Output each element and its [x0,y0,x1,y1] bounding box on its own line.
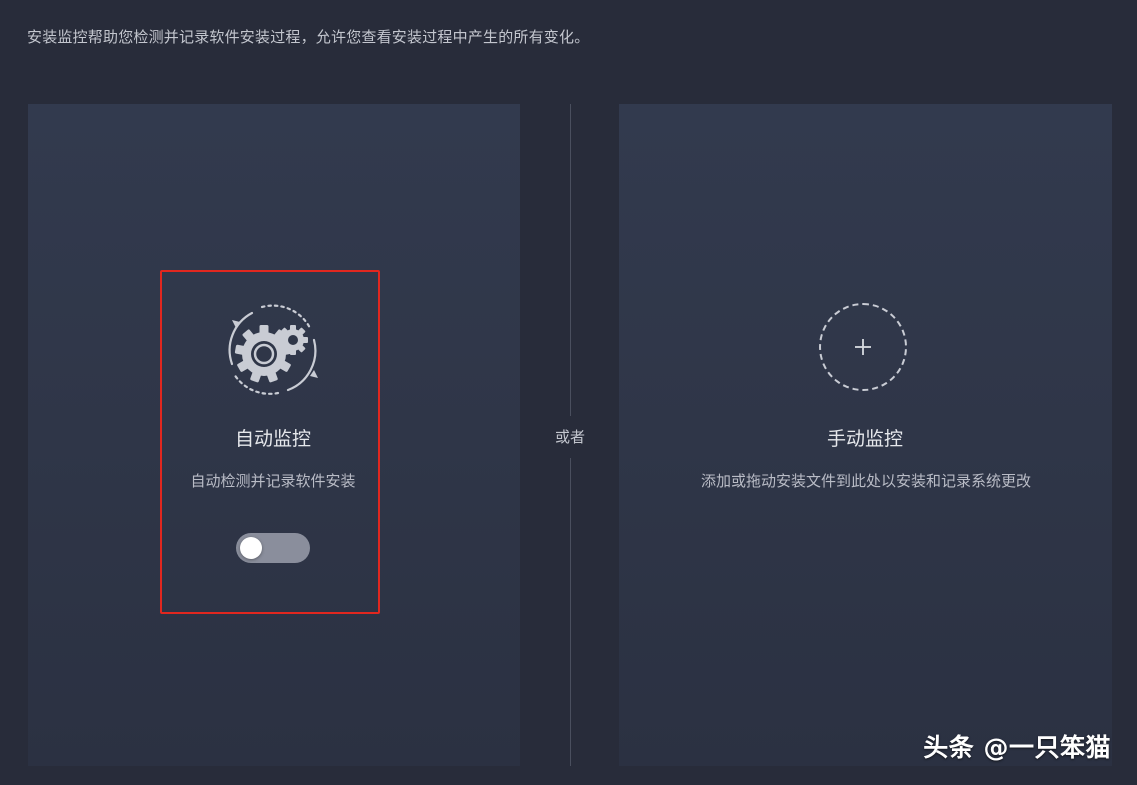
page-description: 安装监控帮助您检测并记录软件安装过程，允许您查看安装过程中产生的所有变化。 [27,28,590,46]
divider-line-bottom [570,458,571,766]
watermark: 头条 @一只笨猫 [923,733,1111,762]
auto-monitor-title: 自动监控 [234,428,311,450]
add-file-button[interactable] [819,303,907,391]
plus-icon [855,339,871,355]
manual-monitor-title: 手动监控 [826,428,903,450]
gear-cycle-icon [228,304,318,395]
or-label: 或者 [554,428,585,446]
toggle-knob [240,537,262,559]
divider-line-top [570,104,571,416]
auto-monitor-subtitle: 自动检测并记录软件安装 [190,472,356,490]
auto-monitor-toggle[interactable] [236,533,310,563]
manual-monitor-subtitle: 添加或拖动安装文件到此处以安装和记录系统更改 [700,472,1031,490]
